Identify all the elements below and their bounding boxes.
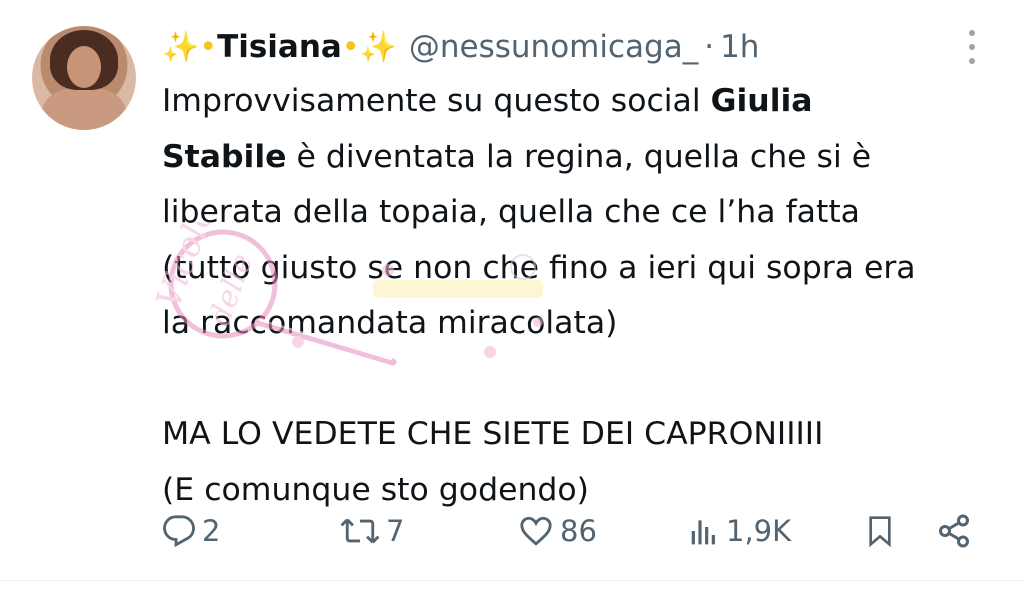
tweet[interactable]: ✨• Tisiana •✨ @nessunomicaga_ · 1h Impro… [0,0,1024,596]
tweet-text: Improvvisamente su questo social Giulia … [162,74,1002,518]
views-icon [691,520,715,545]
like-count: 86 [560,514,597,548]
retweet-count: 7 [386,514,405,548]
mention-name: Giulia [710,83,813,119]
bookmark-button[interactable] [864,508,896,554]
share-icon [939,514,969,548]
display-name-suffix: •✨ [341,29,397,65]
tweet-line: Stabile è diventata la regina, quella ch… [162,138,872,175]
tweet-header: ✨• Tisiana •✨ @nessunomicaga_ · 1h [162,26,759,68]
divider [0,580,1024,581]
views-count: 1,9K [726,514,792,548]
reply-count: 2 [202,514,221,548]
retweet-button[interactable]: 7 [340,508,404,554]
share-button[interactable] [936,508,972,554]
tweet-line: liberata della topaia, quella che ce l’h… [162,194,860,230]
more-icon[interactable] [962,30,982,64]
reply-icon [163,515,195,548]
bookmark-icon [869,516,891,548]
tweet-line: la raccomandata miracolata) [162,305,618,341]
like-button[interactable]: 86 [518,508,597,554]
tweet-actions: 2 7 86 1,9K [162,508,982,554]
user-handle[interactable]: @nessunomicaga_ [409,29,698,65]
avatar[interactable] [32,26,136,130]
mention-name: Stabile [162,138,287,175]
tweet-line: Improvvisamente su questo social Giulia [162,83,813,119]
display-name-prefix: ✨• [162,29,218,65]
heart-icon [520,516,552,546]
display-name[interactable]: Tisiana [217,29,342,65]
tweet-line: MA LO VEDETE CHE SIETE DEI CAPRONIIIII [162,416,824,452]
tweet-line: (tutto giusto se non che fino a ieri qui… [162,249,916,286]
separator: · [704,29,715,65]
retweet-icon [340,518,380,544]
reply-button[interactable]: 2 [162,508,220,554]
timestamp[interactable]: 1h [720,29,759,65]
views-button[interactable]: 1,9K [688,508,791,554]
